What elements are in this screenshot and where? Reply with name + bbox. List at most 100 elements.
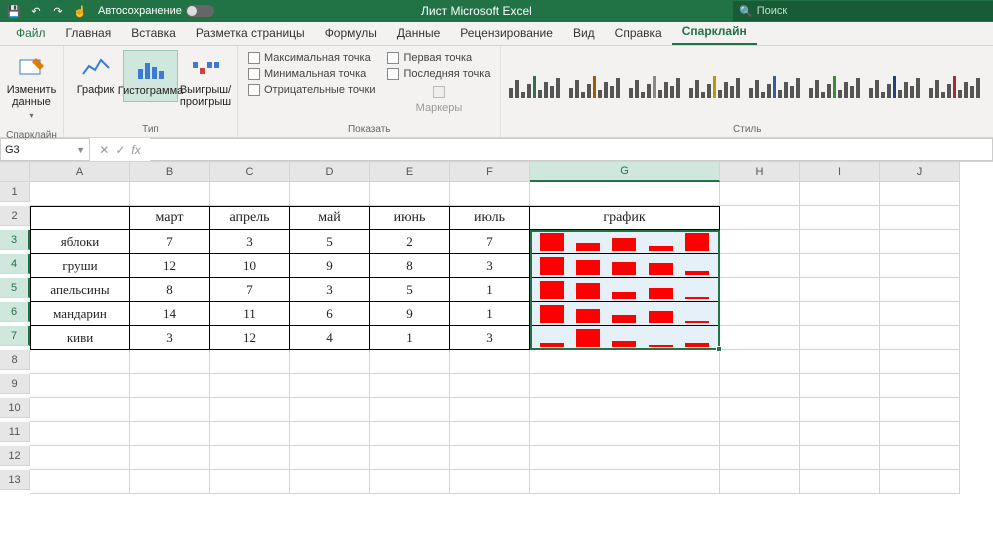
cell[interactable] (290, 182, 370, 206)
cell[interactable]: график (530, 206, 720, 230)
cell[interactable] (30, 182, 130, 206)
cell[interactable] (210, 398, 290, 422)
sparkline-cell[interactable] (530, 230, 720, 254)
cell[interactable] (130, 374, 210, 398)
cell[interactable]: яблоки (30, 230, 130, 254)
tab-review[interactable]: Рецензирование (450, 22, 563, 45)
cell[interactable]: 7 (130, 230, 210, 254)
fx-icon[interactable]: fx (131, 143, 140, 157)
cell[interactable] (130, 422, 210, 446)
cell[interactable] (290, 398, 370, 422)
cell[interactable] (880, 470, 960, 494)
cell[interactable] (530, 422, 720, 446)
cell[interactable] (450, 350, 530, 374)
cell[interactable] (30, 374, 130, 398)
cell[interactable]: груши (30, 254, 130, 278)
cell[interactable]: 14 (130, 302, 210, 326)
sparkline-cell[interactable] (530, 278, 720, 302)
cell[interactable] (800, 302, 880, 326)
cell[interactable] (370, 422, 450, 446)
cell[interactable] (530, 470, 720, 494)
cell[interactable] (450, 398, 530, 422)
cell[interactable] (720, 446, 800, 470)
cell[interactable] (880, 374, 960, 398)
sparkline-line-button[interactable]: График (68, 50, 123, 100)
row-header[interactable]: 1 (0, 182, 30, 202)
cell[interactable] (800, 470, 880, 494)
cell[interactable]: 12 (210, 326, 290, 350)
cell[interactable] (720, 374, 800, 398)
cell[interactable] (800, 326, 880, 350)
sparkline-style-thumb[interactable] (749, 72, 799, 98)
sparkline-style-thumb[interactable] (629, 72, 679, 98)
cell[interactable] (450, 446, 530, 470)
cell[interactable] (290, 422, 370, 446)
cell[interactable] (800, 206, 880, 230)
cell[interactable] (530, 182, 720, 206)
cell[interactable] (720, 206, 800, 230)
row-header[interactable]: 3 (0, 230, 30, 250)
cell[interactable]: июнь (370, 206, 450, 230)
cell[interactable] (530, 374, 720, 398)
cell[interactable]: 3 (130, 326, 210, 350)
row-header[interactable]: 7 (0, 326, 30, 346)
cell[interactable] (880, 422, 960, 446)
cell[interactable] (210, 422, 290, 446)
cancel-icon[interactable]: ✕ (99, 143, 109, 157)
cell[interactable] (720, 398, 800, 422)
cell[interactable] (370, 374, 450, 398)
select-all-corner[interactable] (0, 162, 30, 182)
row-header[interactable]: 10 (0, 398, 30, 418)
column-header[interactable]: I (800, 162, 880, 182)
autosave-toggle[interactable]: Автосохранение (98, 5, 214, 17)
tab-sparkline[interactable]: Спарклайн (672, 20, 757, 45)
row-header[interactable]: 12 (0, 446, 30, 466)
tab-formulas[interactable]: Формулы (315, 22, 387, 45)
column-header[interactable]: G (530, 162, 720, 182)
cell[interactable] (370, 470, 450, 494)
tab-insert[interactable]: Вставка (121, 22, 186, 45)
cell[interactable] (370, 446, 450, 470)
cell[interactable] (800, 254, 880, 278)
cell[interactable] (720, 254, 800, 278)
row-header[interactable]: 5 (0, 278, 30, 298)
sparkline-style-thumb[interactable] (569, 72, 619, 98)
enter-icon[interactable]: ✓ (115, 143, 125, 157)
column-header[interactable]: C (210, 162, 290, 182)
cell[interactable] (880, 254, 960, 278)
cell[interactable]: май (290, 206, 370, 230)
sparkline-style-gallery[interactable] (501, 46, 993, 124)
cell[interactable]: июль (450, 206, 530, 230)
sparkline-cell[interactable] (530, 302, 720, 326)
cell[interactable] (30, 470, 130, 494)
cell[interactable] (530, 350, 720, 374)
cell[interactable] (800, 350, 880, 374)
column-header[interactable]: H (720, 162, 800, 182)
row-header[interactable]: 9 (0, 374, 30, 394)
cell[interactable] (800, 278, 880, 302)
cell[interactable]: 7 (210, 278, 290, 302)
cell[interactable] (290, 374, 370, 398)
sparkline-style-thumb[interactable] (509, 72, 559, 98)
cell[interactable] (720, 422, 800, 446)
cell[interactable]: 1 (450, 302, 530, 326)
cell[interactable]: 9 (290, 254, 370, 278)
row-header[interactable]: 2 (0, 206, 30, 226)
cell[interactable] (800, 446, 880, 470)
row-header[interactable]: 6 (0, 302, 30, 322)
cell[interactable] (290, 350, 370, 374)
name-box[interactable]: G3 ▼ (0, 138, 90, 161)
cell[interactable] (880, 206, 960, 230)
tab-view[interactable]: Вид (563, 22, 605, 45)
cell[interactable] (720, 230, 800, 254)
column-header[interactable]: F (450, 162, 530, 182)
cell[interactable] (210, 350, 290, 374)
cell[interactable] (800, 398, 880, 422)
cell[interactable] (720, 326, 800, 350)
cell[interactable]: мандарин (30, 302, 130, 326)
cell[interactable]: апрель (210, 206, 290, 230)
cell[interactable] (720, 470, 800, 494)
check-negative-points[interactable]: Отрицательные точки (248, 84, 375, 96)
check-first-point[interactable]: Первая точка (387, 52, 490, 64)
cell[interactable] (30, 446, 130, 470)
